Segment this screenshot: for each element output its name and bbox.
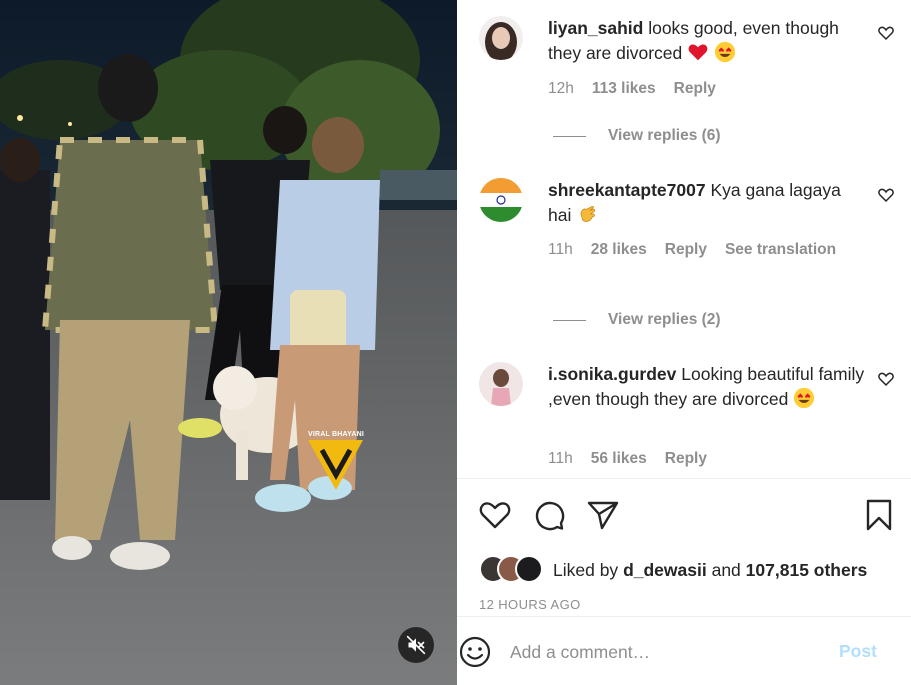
comment-text: shreekantapte7007 Kya gana lagaya hai — [548, 178, 866, 228]
watermark-text: VIRAL BHAYANI — [307, 431, 365, 438]
comments-list: liyan_sahid looks good, even though they… — [457, 0, 911, 478]
liked-by-others[interactable]: 107,815 others — [746, 560, 868, 581]
comment-username[interactable]: shreekantapte7007 — [548, 180, 706, 200]
comment-username[interactable]: liyan_sahid — [548, 18, 643, 38]
video-frame — [0, 0, 457, 685]
section-divider — [457, 478, 911, 479]
post-side-panel: liyan_sahid looks good, even though they… — [457, 0, 911, 685]
clapping-hands-icon — [580, 206, 596, 222]
replies-divider — [553, 135, 586, 137]
liker-avatars[interactable] — [479, 555, 543, 585]
reply-button[interactable]: Reply — [665, 241, 707, 259]
comment-input[interactable] — [510, 639, 810, 665]
reply-button[interactable]: Reply — [674, 80, 716, 98]
heart-icon[interactable] — [477, 497, 513, 533]
view-replies-button[interactable]: View replies (2) — [553, 311, 721, 329]
comment-time: 12h — [548, 80, 574, 97]
post-action-bar — [477, 497, 897, 533]
comment-time: 11h — [548, 241, 573, 258]
avatar[interactable] — [479, 16, 523, 60]
comment-username[interactable]: i.sonika.gurdev — [548, 364, 676, 384]
post-media[interactable]: VIRAL BHAYANI — [0, 0, 457, 685]
share-icon[interactable] — [585, 497, 621, 533]
post-timestamp[interactable]: 12 HOURS AGO — [479, 597, 581, 612]
avatar[interactable] — [479, 178, 523, 222]
replies-divider — [553, 319, 586, 321]
comment-likes[interactable]: 113 likes — [592, 80, 656, 98]
reply-button[interactable]: Reply — [665, 450, 707, 468]
view-replies-label: View replies (2) — [608, 311, 721, 328]
bookmark-icon[interactable] — [861, 497, 897, 533]
comment-text: i.sonika.gurdev Looking beautiful family… — [548, 362, 866, 412]
comment-likes[interactable]: 56 likes — [591, 450, 647, 468]
comment-text: liyan_sahid looks good, even though they… — [548, 16, 866, 66]
see-translation-button[interactable]: See translation — [725, 241, 836, 259]
comment-meta: 11h 56 likes Reply — [548, 450, 707, 468]
liked-by-conjunction: and — [711, 559, 741, 580]
mute-toggle-button[interactable] — [398, 627, 434, 663]
comment-likes[interactable]: 28 likes — [591, 241, 647, 259]
comment-meta: 12h 113 likes Reply — [548, 80, 716, 98]
view-replies-button[interactable]: View replies (6) — [553, 127, 721, 145]
like-comment-heart-icon[interactable] — [877, 186, 895, 204]
emoji-picker-icon[interactable] — [457, 634, 493, 670]
liked-by-user[interactable]: d_dewasii — [623, 560, 707, 581]
red-heart-icon — [688, 44, 708, 61]
add-comment-bar: Post — [457, 630, 911, 674]
speaker-muted-icon — [406, 635, 426, 655]
comment-icon[interactable] — [531, 497, 567, 533]
like-comment-heart-icon[interactable] — [877, 370, 895, 388]
avatar[interactable] — [479, 362, 523, 406]
like-comment-heart-icon[interactable] — [877, 24, 895, 42]
section-divider — [457, 616, 911, 617]
heart-eyes-face-icon — [794, 387, 815, 409]
avatar — [515, 555, 543, 583]
view-replies-label: View replies (6) — [608, 127, 721, 144]
post-button[interactable]: Post — [839, 641, 877, 662]
comment-time: 11h — [548, 450, 573, 467]
liked-by-row: Liked by d_dewasii and 107,815 others — [479, 554, 867, 586]
comment-meta: 11h 28 likes Reply See translation — [548, 241, 836, 259]
liked-by-prefix: Liked by — [553, 559, 619, 580]
heart-eyes-face-icon — [714, 41, 736, 63]
